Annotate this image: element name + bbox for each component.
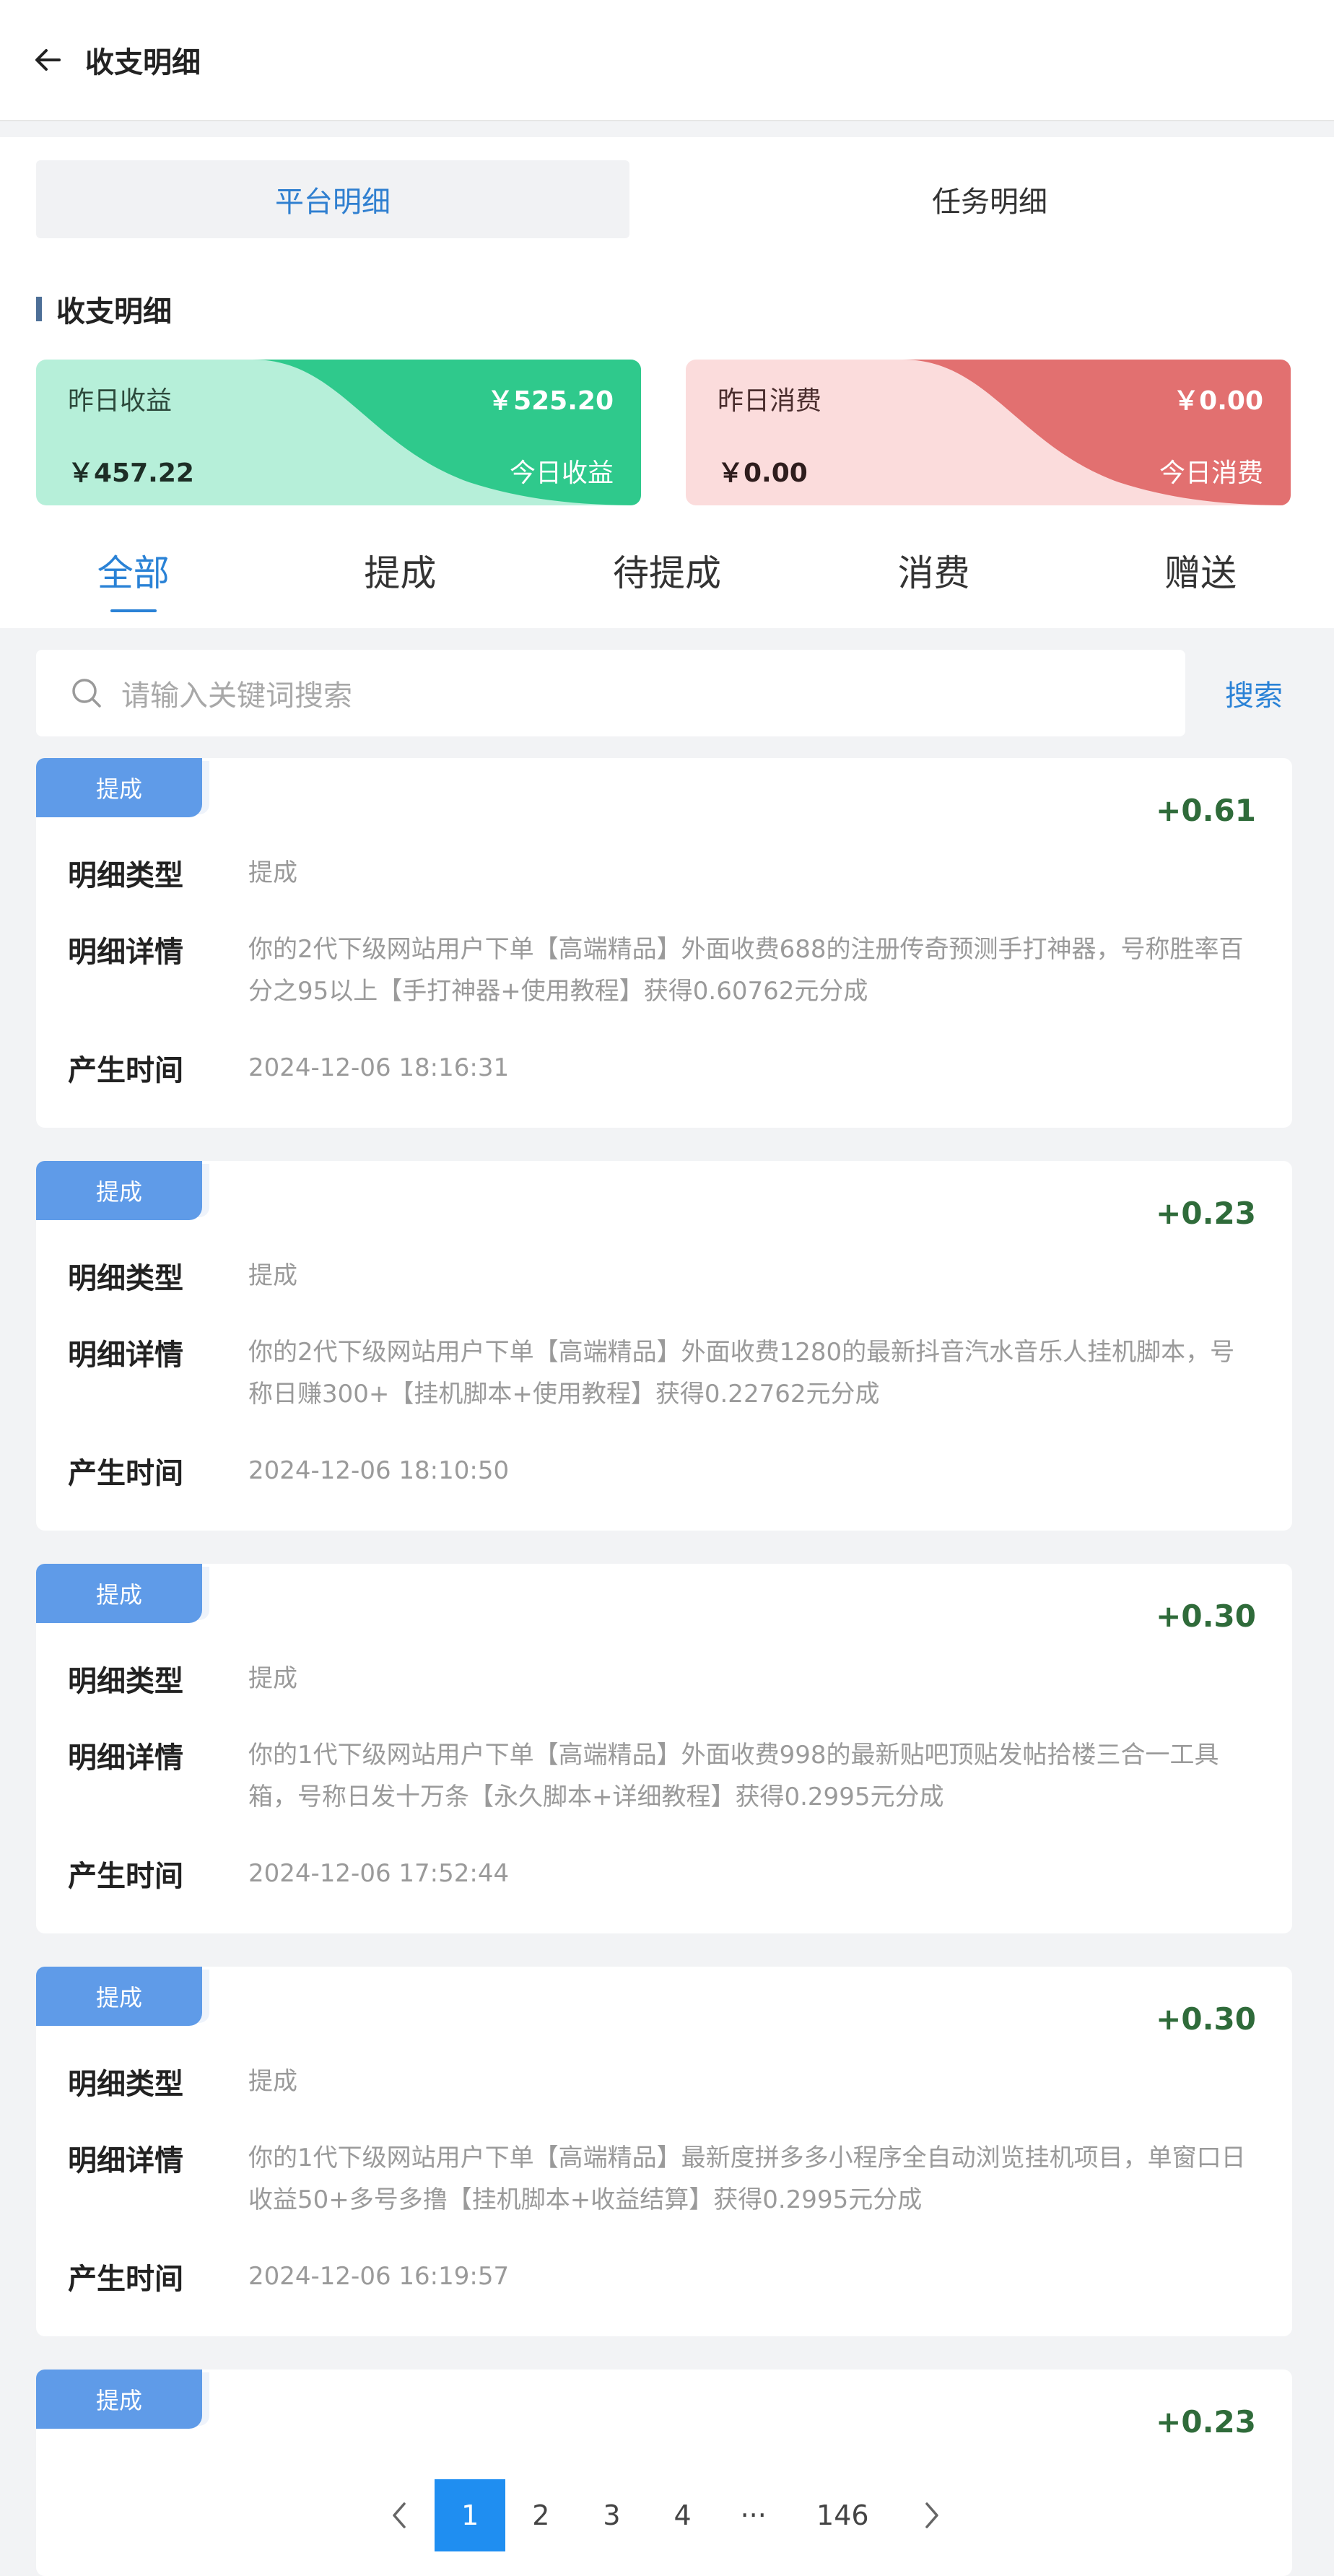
page-button-3[interactable]: 3 — [576, 2479, 647, 2551]
record-card: 提成 +0.23 明细类型 提成 明细详情 你的2代下级网站用户下单【高端精品】… — [36, 1161, 1292, 1531]
tab-all[interactable]: 全部 — [0, 534, 267, 628]
label-type: 明细类型 — [68, 2068, 183, 2101]
page-title: 收支明细 — [85, 46, 201, 79]
record-badge: 提成 — [36, 1161, 202, 1220]
record-detail: 你的1代下级网站用户下单【高端精品】最新度拼多多小程序全自动浏览挂机项目，单窗口… — [248, 2144, 1246, 2214]
record-time: 2024-12-06 16:19:57 — [248, 2262, 510, 2291]
search-icon — [68, 674, 105, 712]
page-button-4[interactable]: 4 — [648, 2479, 718, 2551]
expense-summary-card: 昨日消费 ￥0.00 ￥0.00 今日消费 — [686, 360, 1291, 505]
record-type: 提成 — [248, 1664, 297, 1693]
record-badge: 提成 — [36, 1564, 202, 1623]
tab-consumption[interactable]: 消费 — [801, 534, 1068, 628]
record-badge: 提成 — [36, 1967, 202, 2026]
label-time: 产生时间 — [68, 2263, 183, 2296]
label-detail: 明细详情 — [68, 2144, 183, 2177]
record-amount: +0.23 — [1156, 1196, 1256, 1231]
record-amount: +0.23 — [1156, 2404, 1256, 2440]
section-accent-bar — [36, 297, 42, 321]
segment-platform-detail[interactable]: 平台明细 — [36, 160, 629, 238]
tab-pending-commission[interactable]: 待提成 — [533, 534, 801, 628]
label-time: 产生时间 — [68, 1457, 183, 1490]
label-type: 明细类型 — [68, 1262, 183, 1295]
label-time: 产生时间 — [68, 1860, 183, 1893]
record-card: 提成 +0.30 明细类型 提成 明细详情 你的1代下级网站用户下单【高端精品】… — [36, 1967, 1292, 2336]
income-today-value: ￥457.22 — [68, 458, 194, 488]
section-title: 收支明细 — [36, 287, 172, 331]
page-button-2[interactable]: 2 — [505, 2479, 576, 2551]
search-placeholder: 请输入关键词搜索 — [121, 679, 352, 713]
record-amount: +0.30 — [1156, 1598, 1256, 1634]
arrow-left-icon[interactable] — [32, 43, 66, 77]
label-type: 明细类型 — [68, 859, 183, 892]
segment-task-detail[interactable]: 任务明细 — [693, 160, 1286, 238]
record-badge: 提成 — [36, 758, 202, 817]
record-time: 2024-12-06 17:52:44 — [248, 1859, 510, 1888]
app-header: 收支明细 — [0, 0, 1334, 121]
income-yesterday-value: ￥525.20 — [487, 386, 614, 416]
expense-yesterday-value: ￥0.00 — [1173, 386, 1263, 416]
record-detail: 你的2代下级网站用户下单【高端精品】外面收费1280的最新抖音汽水音乐人挂机脚本… — [248, 1338, 1235, 1409]
expense-today-value: ￥0.00 — [718, 458, 808, 488]
record-time: 2024-12-06 18:10:50 — [248, 1456, 510, 1485]
chevron-left-icon[interactable] — [364, 2479, 435, 2551]
income-summary-card: 昨日收益 ￥525.20 ￥457.22 今日收益 — [36, 360, 641, 505]
income-yesterday-label: 昨日收益 — [68, 386, 173, 416]
record-time: 2024-12-06 18:16:31 — [248, 1053, 510, 1082]
page-button-1[interactable]: 1 — [435, 2479, 506, 2551]
label-detail: 明细详情 — [68, 1339, 183, 1372]
record-detail: 你的2代下级网站用户下单【高端精品】外面收费688的注册传奇预测手打神器，号称胜… — [248, 935, 1244, 1006]
pagination: 1 2 3 4 ··· 146 — [364, 2479, 967, 2551]
label-type: 明细类型 — [68, 1665, 183, 1698]
record-type: 提成 — [248, 1261, 297, 1290]
chevron-right-icon[interactable] — [897, 2479, 967, 2551]
tab-commission[interactable]: 提成 — [267, 534, 534, 628]
record-type: 提成 — [248, 858, 297, 887]
record-card: 提成 +0.61 明细类型 提成 明细详情 你的2代下级网站用户下单【高端精品】… — [36, 758, 1292, 1128]
expense-yesterday-label: 昨日消费 — [718, 386, 822, 416]
record-amount: +0.61 — [1156, 793, 1256, 828]
label-detail: 明细详情 — [68, 1741, 183, 1775]
record-type: 提成 — [248, 2067, 297, 2096]
page-button-last[interactable]: 146 — [789, 2479, 897, 2551]
expense-today-label: 今日消费 — [1159, 458, 1263, 488]
filter-tabs: 全部 提成 待提成 消费 赠送 — [0, 534, 1334, 628]
record-badge: 提成 — [36, 2370, 202, 2429]
page-ellipsis: ··· — [740, 2499, 767, 2531]
label-detail: 明细详情 — [68, 936, 183, 969]
record-card: 提成 +0.30 明细类型 提成 明细详情 你的1代下级网站用户下单【高端精品】… — [36, 1564, 1292, 1933]
record-amount: +0.30 — [1156, 2001, 1256, 2037]
section-title-text: 收支明细 — [56, 295, 172, 328]
record-detail: 你的1代下级网站用户下单【高端精品】外面收费998的最新贴吧顶贴发帖拾楼三合一工… — [248, 1741, 1219, 1811]
income-today-label: 今日收益 — [509, 458, 614, 488]
label-time: 产生时间 — [68, 1054, 183, 1087]
search-button[interactable]: 搜索 — [1207, 650, 1301, 736]
tab-gift[interactable]: 赠送 — [1067, 534, 1334, 628]
search-input[interactable]: 请输入关键词搜索 — [36, 650, 1185, 736]
